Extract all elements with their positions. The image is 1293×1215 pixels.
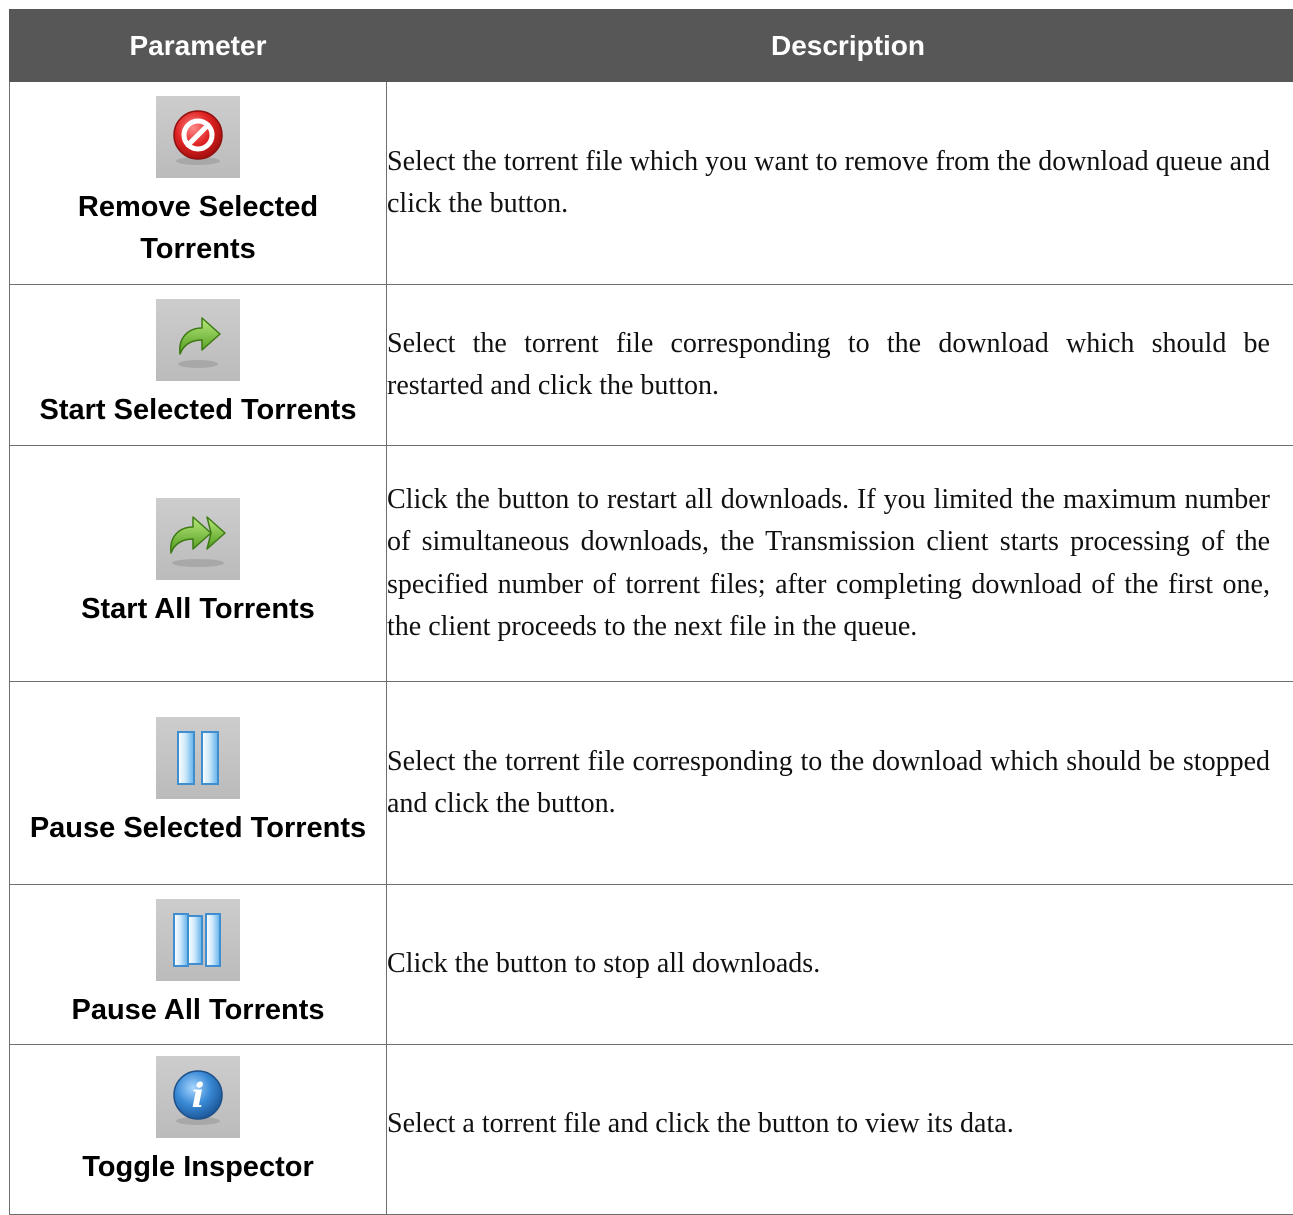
parameter-name: Pause All Torrents — [10, 989, 386, 1031]
description-cell: Select a torrent file and click the butt… — [387, 1045, 1293, 1215]
description-cell: Select the torrent file corresponding to… — [387, 285, 1293, 446]
table-row: Pause All Torrents Click the button to s… — [10, 885, 1293, 1045]
table-header-row: Parameter Description — [10, 10, 1293, 82]
description-text: Select the torrent file which you want t… — [387, 141, 1270, 226]
table-row: Start All Torrents Click the button to r… — [10, 446, 1293, 682]
table-row: i Toggle Inspector Select a torrent file… — [10, 1045, 1293, 1215]
description-cell: Click the button to stop all downloads. — [387, 885, 1293, 1045]
info-icon[interactable]: i — [156, 1056, 240, 1138]
pause-icon[interactable] — [156, 717, 240, 799]
table-row: Remove Selected Torrents Select the torr… — [10, 82, 1293, 285]
description-cell: Select the torrent file corresponding to… — [387, 682, 1293, 885]
parameter-cell: Pause All Torrents — [10, 885, 387, 1045]
table-row: Start Selected Torrents Select the torre… — [10, 285, 1293, 446]
parameters-table: Parameter Description — [9, 9, 1293, 1215]
parameter-name: Remove Selected Torrents — [10, 186, 386, 270]
description-text: Select the torrent file corresponding to… — [387, 323, 1270, 408]
parameter-name: Toggle Inspector — [10, 1146, 386, 1188]
parameter-name: Pause Selected Torrents — [10, 807, 386, 849]
svg-text:i: i — [192, 1076, 205, 1116]
parameter-cell: Start All Torrents — [10, 446, 387, 682]
table-row: Pause Selected Torrents Select the torre… — [10, 682, 1293, 885]
parameter-cell: Remove Selected Torrents — [10, 82, 387, 285]
parameter-cell: Start Selected Torrents — [10, 285, 387, 446]
parameter-name: Start Selected Torrents — [10, 389, 386, 431]
description-text: Select the torrent file corresponding to… — [387, 741, 1270, 826]
remove-icon[interactable] — [156, 96, 240, 178]
parameter-cell: Pause Selected Torrents — [10, 682, 387, 885]
start-all-icon[interactable] — [156, 498, 240, 580]
description-text: Click the button to stop all downloads. — [387, 943, 1270, 986]
description-text: Select a torrent file and click the butt… — [387, 1103, 1270, 1146]
description-column-header: Description — [387, 10, 1293, 82]
description-cell: Click the button to restart all download… — [387, 446, 1293, 682]
description-text: Click the button to restart all download… — [387, 479, 1270, 649]
parameter-column-header: Parameter — [10, 10, 387, 82]
start-icon[interactable] — [156, 299, 240, 381]
description-cell: Select the torrent file which you want t… — [387, 82, 1293, 285]
parameter-name: Start All Torrents — [10, 588, 386, 630]
parameter-cell: i Toggle Inspector — [10, 1045, 387, 1215]
pause-all-icon[interactable] — [156, 899, 240, 981]
